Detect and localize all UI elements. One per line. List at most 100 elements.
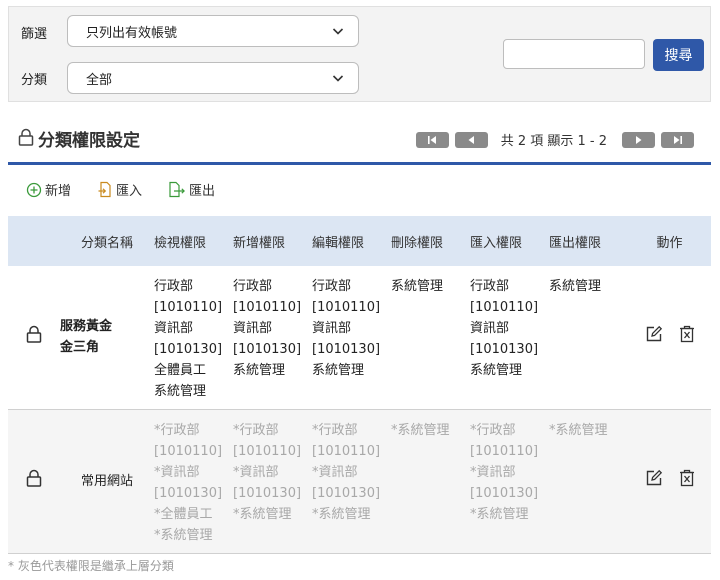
- next-page-icon: [635, 135, 641, 144]
- perm-entry: [1010130]: [312, 485, 381, 501]
- lock-icon: [18, 128, 34, 146]
- header-edit-perm: 編輯權限: [312, 216, 391, 266]
- perm-entry: 行政部: [154, 279, 194, 294]
- export-button[interactable]: 匯出: [168, 180, 215, 199]
- edit-icon[interactable]: [645, 325, 663, 343]
- table-header-row: 分類名稱 檢視權限 新增權限 編輯權限 刪除權限 匯入權限 匯出權限 動作: [8, 216, 711, 266]
- search-button[interactable]: 搜尋: [653, 39, 704, 71]
- perm-entry: [1010110]: [233, 300, 302, 315]
- title-divider: [8, 162, 711, 165]
- delete-icon[interactable]: [679, 325, 695, 343]
- perm-entry: *系統管理: [154, 527, 213, 543]
- perm-entry: [1010110]: [312, 300, 381, 315]
- perm-entry: *行政部: [154, 422, 200, 438]
- actions-cell: [628, 409, 711, 554]
- perm-entry: [1010110]: [233, 443, 302, 459]
- permissions-table: 分類名稱 檢視權限 新增權限 編輯權限 刪除權限 匯入權限 匯出權限 動作 服務…: [8, 216, 711, 554]
- view-perm-cell: 行政部 [1010110] 資訊部 [1010130] 全體員工 系統管理: [154, 266, 233, 410]
- delete-icon[interactable]: [679, 469, 695, 487]
- perm-entry: [1010110]: [312, 443, 381, 459]
- prev-page-icon: [468, 135, 475, 144]
- view-perm-cell: *行政部 [1010110] *資訊部 [1010130] *全體員工 *系統管…: [154, 409, 233, 554]
- perm-entry: 資訊部: [470, 321, 510, 336]
- edit-perm-cell: *行政部 [1010110] *資訊部 [1010130] *系統管理: [312, 409, 391, 554]
- add-perm-cell: 行政部 [1010110] 資訊部 [1010130] 系統管理: [233, 266, 312, 410]
- header-export-perm: 匯出權限: [549, 216, 628, 266]
- lock-icon: [26, 469, 42, 487]
- import-file-icon: [98, 181, 111, 198]
- page-title: 分類權限設定: [38, 131, 140, 151]
- perm-entry: *系統管理: [470, 506, 529, 522]
- import-perm-cell: *行政部 [1010110] *資訊部 [1010130] *系統管理: [470, 409, 549, 554]
- import-perm-cell: 行政部 [1010110] 資訊部 [1010130] 系統管理: [470, 266, 549, 410]
- perm-entry: *系統管理: [391, 422, 450, 438]
- delete-perm-cell: *系統管理: [391, 409, 470, 554]
- first-page-icon: [428, 135, 437, 144]
- perm-entry: 全體員工: [154, 363, 207, 378]
- section-header: 分類權限設定 共 2 項 顯示 1 - 2: [8, 120, 711, 164]
- perm-entry: *行政部: [233, 422, 279, 438]
- next-page-button[interactable]: [622, 131, 655, 148]
- last-page-button[interactable]: [661, 131, 694, 148]
- category-name-line: 服務黃金: [60, 319, 113, 335]
- perm-entry: *資訊部: [154, 464, 200, 480]
- header-actions: 動作: [628, 216, 711, 266]
- import-button-label: 匯入: [116, 184, 143, 199]
- perm-entry: [1010130]: [154, 342, 223, 357]
- pager-text: 共 2 項 顯示 1 - 2: [500, 134, 607, 149]
- header-view-perm: 檢視權限: [154, 216, 233, 266]
- header-lock-col: [8, 216, 60, 266]
- perm-entry: *全體員工: [154, 506, 213, 522]
- perm-entry: [1010130]: [154, 485, 223, 501]
- first-page-button[interactable]: [415, 131, 449, 148]
- perm-entry: [1010110]: [154, 300, 223, 315]
- export-button-label: 匯出: [189, 184, 216, 199]
- category-select-value: 全部: [86, 72, 113, 88]
- perm-entry: *行政部: [470, 422, 516, 438]
- perm-entry: 資訊部: [233, 321, 273, 336]
- perm-entry: [1010130]: [233, 485, 302, 501]
- perm-entry: [1010110]: [154, 443, 223, 459]
- perm-entry: 資訊部: [154, 321, 194, 336]
- perm-entry: *資訊部: [312, 464, 358, 480]
- filter-label: 篩選: [21, 27, 48, 42]
- table-row: 常用網站 *行政部 [1010110] *資訊部 [1010130] *全體員工…: [8, 409, 711, 554]
- perm-entry: *系統管理: [549, 422, 608, 438]
- toolbar: 新增 匯入 匯出: [26, 180, 241, 199]
- perm-entry: [1010130]: [233, 342, 302, 357]
- export-perm-cell: 系統管理: [549, 266, 628, 410]
- category-name: 服務黃金 金三角: [60, 266, 154, 410]
- perm-entry: [1010130]: [470, 485, 539, 501]
- footnote: * 灰色代表權限是繼承上層分類: [8, 559, 174, 573]
- last-page-icon: [673, 135, 682, 144]
- category-label: 分類: [21, 73, 48, 88]
- perm-entry: 行政部: [233, 279, 273, 294]
- filter-select-value: 只列出有效帳號: [86, 25, 178, 41]
- category-name-line: 金三角: [60, 340, 100, 356]
- pager: 共 2 項 顯示 1 - 2: [413, 130, 697, 149]
- perm-entry: 系統管理: [154, 384, 207, 399]
- prev-page-button[interactable]: [454, 131, 488, 148]
- perm-entry: 系統管理: [233, 363, 286, 378]
- search-input[interactable]: [503, 39, 645, 69]
- perm-entry: *系統管理: [233, 506, 292, 522]
- perm-entry: [1010110]: [470, 300, 539, 315]
- add-button[interactable]: 新增: [26, 180, 71, 199]
- chevron-down-icon: [332, 28, 344, 35]
- perm-entry: 行政部: [470, 279, 510, 294]
- category-select[interactable]: 全部: [67, 62, 359, 94]
- add-button-label: 新增: [45, 184, 72, 199]
- edit-icon[interactable]: [645, 469, 663, 487]
- perm-entry: *系統管理: [312, 506, 371, 522]
- edit-perm-cell: 行政部 [1010110] 資訊部 [1010130] 系統管理: [312, 266, 391, 410]
- export-perm-cell: *系統管理: [549, 409, 628, 554]
- delete-perm-cell: 系統管理: [391, 266, 470, 410]
- filter-select[interactable]: 只列出有效帳號: [67, 15, 359, 47]
- import-button[interactable]: 匯入: [97, 180, 142, 199]
- category-name: 常用網站: [60, 409, 154, 554]
- perm-entry: 系統管理: [549, 279, 602, 294]
- header-import-perm: 匯入權限: [470, 216, 549, 266]
- perm-entry: 系統管理: [391, 279, 444, 294]
- perm-entry: [1010130]: [470, 342, 539, 357]
- lock-icon: [26, 325, 42, 343]
